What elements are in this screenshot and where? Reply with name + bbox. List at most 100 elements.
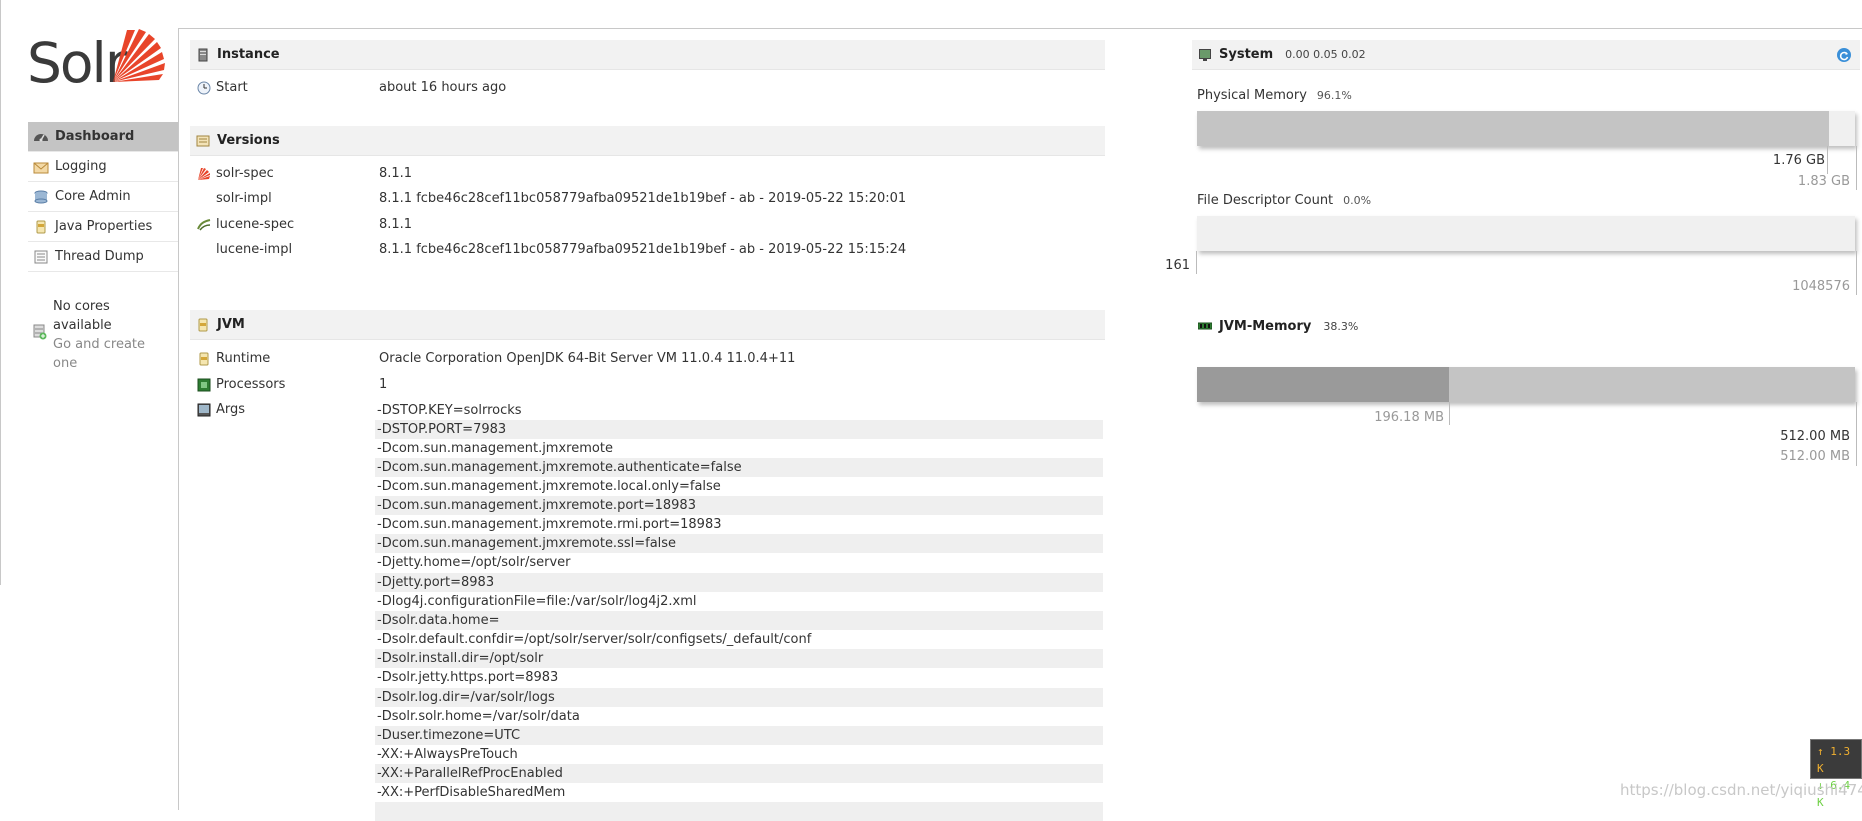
jvm-arg: -Dsolr.install.dir=/opt/solr (375, 649, 1103, 668)
physical-memory-total: 1.83 GB (1797, 174, 1850, 189)
no-cores-notice: No cores available Go and create one (28, 297, 168, 373)
content-frame-top (178, 28, 1862, 29)
jvm-arg: -Dsolr.solr.home=/var/solr/data (377, 709, 580, 724)
jvm-memory-pct: 38.3% (1323, 319, 1359, 333)
content-frame-left (178, 28, 179, 810)
runtime-value: Oracle Corporation OpenJDK 64-Bit Server… (379, 351, 796, 366)
physical-memory-used-tick (1827, 146, 1828, 174)
version-value: 8.1.1 fcbe46c28cef11bc058779afba09521de1… (379, 191, 907, 206)
physical-memory-total-tick (1856, 146, 1857, 190)
jvm-arg: -Dcom.sun.management.jmxremote.authentic… (375, 458, 1103, 477)
nav-label-thread-dump: Thread Dump (55, 249, 144, 264)
jvm-arg: -Dlog4j.configurationFile=file:/var/solr… (377, 594, 697, 609)
version-label: lucene-impl (216, 242, 293, 257)
file-descriptor-label: File Descriptor Count 0.0% (1197, 193, 1371, 208)
jvm-arg: -DSTOP.KEY=solrrocks (377, 403, 522, 418)
dashboard-icon (33, 130, 49, 144)
clock-icon (197, 81, 211, 95)
monitor-icon (1198, 48, 1212, 62)
version-label: solr-impl (216, 191, 272, 206)
system-header: System 0.00 0.05 0.02 (1192, 40, 1860, 70)
physical-memory-pct: 96.1% (1316, 89, 1352, 102)
version-value: 8.1.1 (379, 217, 413, 232)
jvm-header: JVM (190, 310, 1105, 340)
file-descriptor-title: File Descriptor Count (1197, 193, 1334, 208)
no-cores-text-line1: No cores (53, 299, 110, 314)
nav-label-core-admin: Core Admin (55, 189, 131, 204)
version-value: 8.1.1 (379, 166, 413, 181)
system-load: 0.00 0.05 0.02 (1285, 48, 1366, 61)
jvm-memory-bar (1197, 367, 1855, 402)
jvm-arg: -Duser.timezone=UTC (375, 726, 1103, 745)
nav-label-dashboard: Dashboard (55, 129, 135, 144)
jvm-memory-total: 512.00 MB (1780, 429, 1850, 444)
start-label: Start (216, 80, 248, 95)
solr-sun-icon (113, 29, 165, 82)
jvm-arg: -Dsolr.default.confdir=/opt/solr/server/… (377, 632, 812, 647)
nav-item-logging[interactable]: Logging (28, 152, 178, 182)
logging-icon (33, 160, 49, 174)
network-speed-widget: ↑ 1.3 K ↓ 6.4 K (1810, 739, 1862, 809)
file-descriptor-bar (1197, 216, 1855, 251)
jvm-memory-header: JVM-Memory 38.3% (1192, 311, 1860, 341)
jvm-arg: -DSTOP.PORT=7983 (375, 420, 1103, 439)
jvm-arg: -XX:+ParallelRefProcEnabled (375, 764, 1103, 783)
jvm-arg: -Dsolr.log.dir=/var/solr/logs (375, 688, 1103, 707)
nav-item-java-properties[interactable]: Java Properties (28, 212, 178, 242)
jvm-arg-partial (375, 802, 1103, 821)
java-properties-icon (33, 220, 49, 234)
jvm-memory-max: 512.00 MB (1780, 449, 1850, 464)
nav-label-java-properties: Java Properties (55, 219, 153, 234)
upload-speed: ↑ 1.3 K (1817, 745, 1851, 775)
physical-memory-used: 1.76 GB (1772, 153, 1825, 168)
jvm-memory-used-fill (1197, 367, 1449, 402)
file-descriptor-max: 1048576 (1792, 279, 1850, 294)
window-left-border (0, 0, 1, 585)
jvm-title: JVM (217, 317, 245, 332)
solr-logo[interactable]: Solr (27, 26, 165, 98)
lucene-icon (197, 218, 211, 232)
instance-title: Instance (217, 47, 280, 62)
watermark: https://blog.csdn.net/yiqiushi4748 (1620, 781, 1862, 799)
nav-label-logging: Logging (55, 159, 107, 174)
jvm-arg: -Dsolr.data.home= (375, 611, 1103, 630)
sidebar-nav: Dashboard Logging Core Admin Java Proper… (28, 122, 178, 272)
cpu-icon (197, 378, 211, 392)
version-label: solr-spec (216, 166, 274, 181)
versions-title: Versions (217, 133, 280, 148)
system-title: System (1219, 47, 1274, 62)
processors-value: 1 (379, 377, 388, 392)
terminal-icon (197, 403, 211, 417)
jvm-memory-used-tick (1449, 402, 1450, 425)
version-label: lucene-spec (216, 217, 295, 232)
jvm-arg: -Dcom.sun.management.jmxremote.rmi.port=… (377, 517, 722, 532)
versions-icon (196, 134, 210, 148)
file-descriptor-pct: 0.0% (1343, 194, 1372, 207)
nav-item-thread-dump[interactable]: Thread Dump (28, 242, 178, 272)
physical-memory-label: Physical Memory 96.1% (1197, 88, 1352, 103)
jvm-arg: -Djetty.home=/opt/solr/server (377, 555, 571, 570)
memory-chip-icon (1197, 319, 1213, 333)
version-value: 8.1.1 fcbe46c28cef11bc058779afba09521de1… (379, 242, 907, 257)
physical-memory-bar (1197, 111, 1855, 146)
java-icon (197, 352, 211, 366)
nav-item-dashboard[interactable]: Dashboard (28, 122, 178, 152)
file-descriptor-used: 161 (1165, 258, 1190, 273)
core-admin-icon (33, 190, 49, 204)
runtime-label: Runtime (216, 351, 271, 366)
create-core-link-cont[interactable]: one (53, 354, 168, 373)
jvm-arg: -Dcom.sun.management.jmxremote.local.onl… (377, 479, 721, 494)
solr-icon (197, 167, 211, 181)
refresh-icon[interactable] (1837, 48, 1851, 62)
create-core-link[interactable]: Go and create (53, 335, 168, 354)
physical-memory-title: Physical Memory (1197, 88, 1307, 103)
jvm-arg: -Dcom.sun.management.jmxremote.port=1898… (375, 496, 1103, 515)
physical-memory-used-fill (1197, 111, 1830, 146)
file-descriptor-used-tick (1196, 251, 1197, 274)
nav-item-core-admin[interactable]: Core Admin (28, 182, 178, 212)
java-cup-icon (196, 318, 210, 332)
jvm-arg: -Dcom.sun.management.jmxremote.ssl=false (375, 534, 1103, 553)
database-add-icon (33, 324, 47, 340)
versions-header: Versions (190, 126, 1105, 156)
thread-dump-icon (33, 250, 49, 264)
